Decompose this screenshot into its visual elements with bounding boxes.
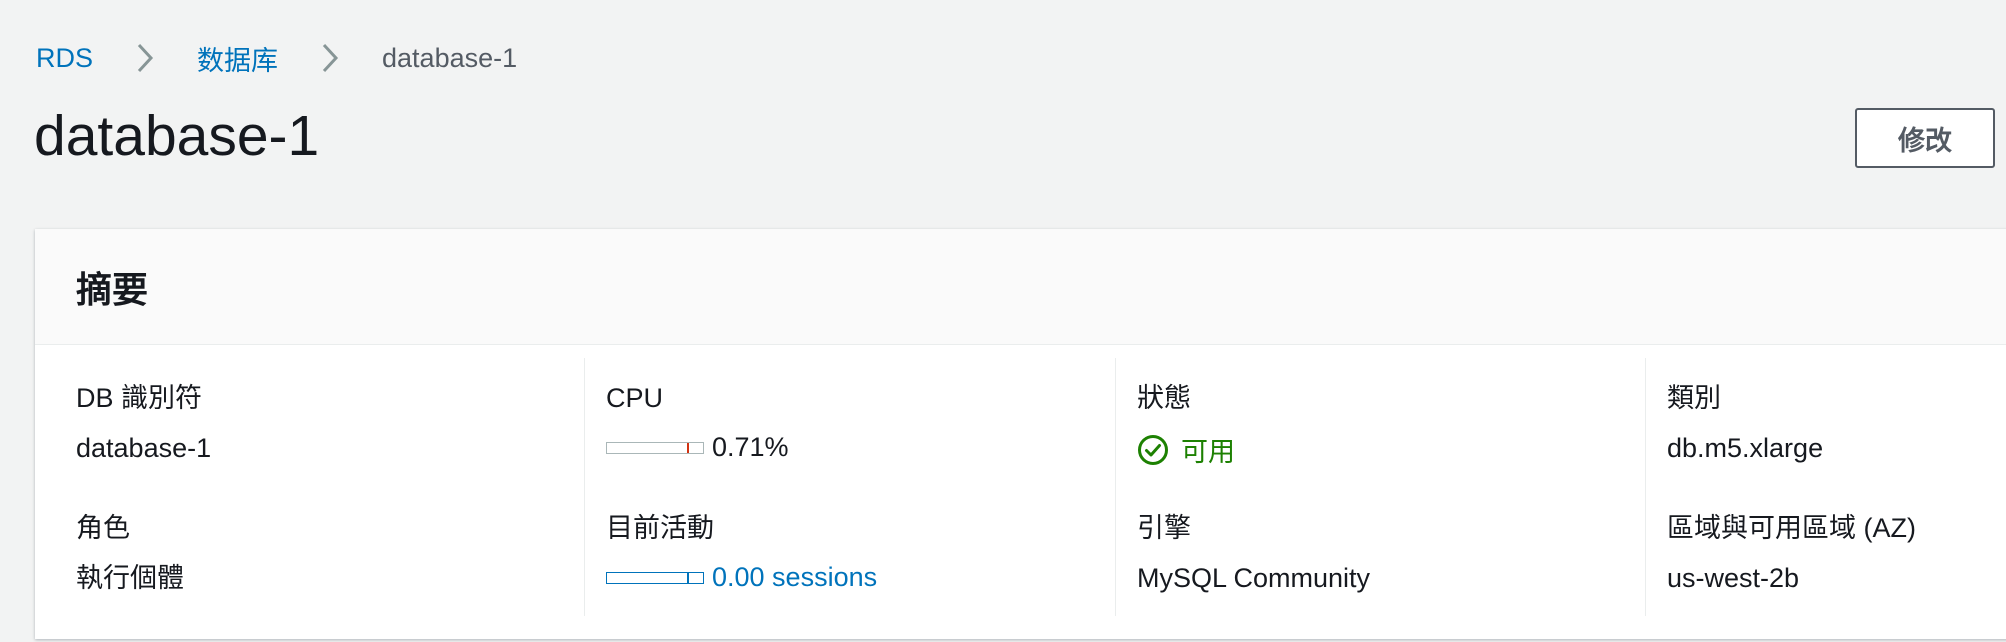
status-value-row: 可用 — [1137, 430, 1235, 469]
summary-panel: 摘要 DB 識別符 database-1 角色 執行個體 CPU 0.71% 目… — [35, 229, 2006, 639]
column-divider — [1115, 358, 1116, 616]
cpu-label: CPU — [606, 383, 664, 413]
cpu-meter-tick — [686, 442, 689, 453]
status-value: 可用 — [1181, 437, 1235, 467]
cpu-meter — [606, 441, 704, 454]
sessions-link[interactable]: 0.00 sessions — [712, 562, 877, 593]
chevron-right-icon — [310, 38, 350, 78]
summary-header: 摘要 — [35, 229, 2006, 345]
cpu-value: 0.71% — [712, 432, 789, 462]
sessions-meter-tick — [686, 572, 689, 583]
column-divider — [584, 358, 585, 616]
engine-value: MySQL Community — [1137, 563, 1371, 593]
check-circle-icon — [1137, 434, 1169, 466]
region-az-value: us-west-2b — [1667, 563, 1800, 593]
modify-button[interactable]: 修改 — [1855, 108, 1995, 168]
breadcrumb-current: database-1 — [382, 42, 518, 73]
db-identifier-value: database-1 — [76, 433, 212, 463]
class-value: db.m5.xlarge — [1667, 433, 1824, 463]
role-label: 角色 — [76, 513, 130, 543]
status-label: 狀態 — [1137, 383, 1191, 413]
breadcrumb: RDS 数据库 database-1 — [36, 38, 517, 78]
column-divider — [1645, 358, 1646, 616]
db-identifier-label: DB 識別符 — [76, 383, 203, 413]
chevron-right-icon — [125, 38, 165, 78]
current-activity-label: 目前活動 — [606, 513, 714, 543]
activity-meter-row: 0.00 sessions — [606, 562, 877, 593]
summary-title: 摘要 — [76, 268, 149, 310]
region-az-label: 區域與可用區域 (AZ) — [1667, 513, 1916, 543]
breadcrumb-databases-link[interactable]: 数据库 — [197, 39, 278, 78]
sessions-meter — [606, 571, 704, 584]
breadcrumb-rds-link[interactable]: RDS — [36, 43, 93, 74]
role-value: 執行個體 — [76, 563, 184, 593]
class-label: 類別 — [1667, 383, 1721, 413]
page-title: database-1 — [34, 104, 320, 168]
cpu-meter-row: 0.71% — [606, 432, 789, 463]
engine-label: 引擎 — [1137, 513, 1191, 543]
